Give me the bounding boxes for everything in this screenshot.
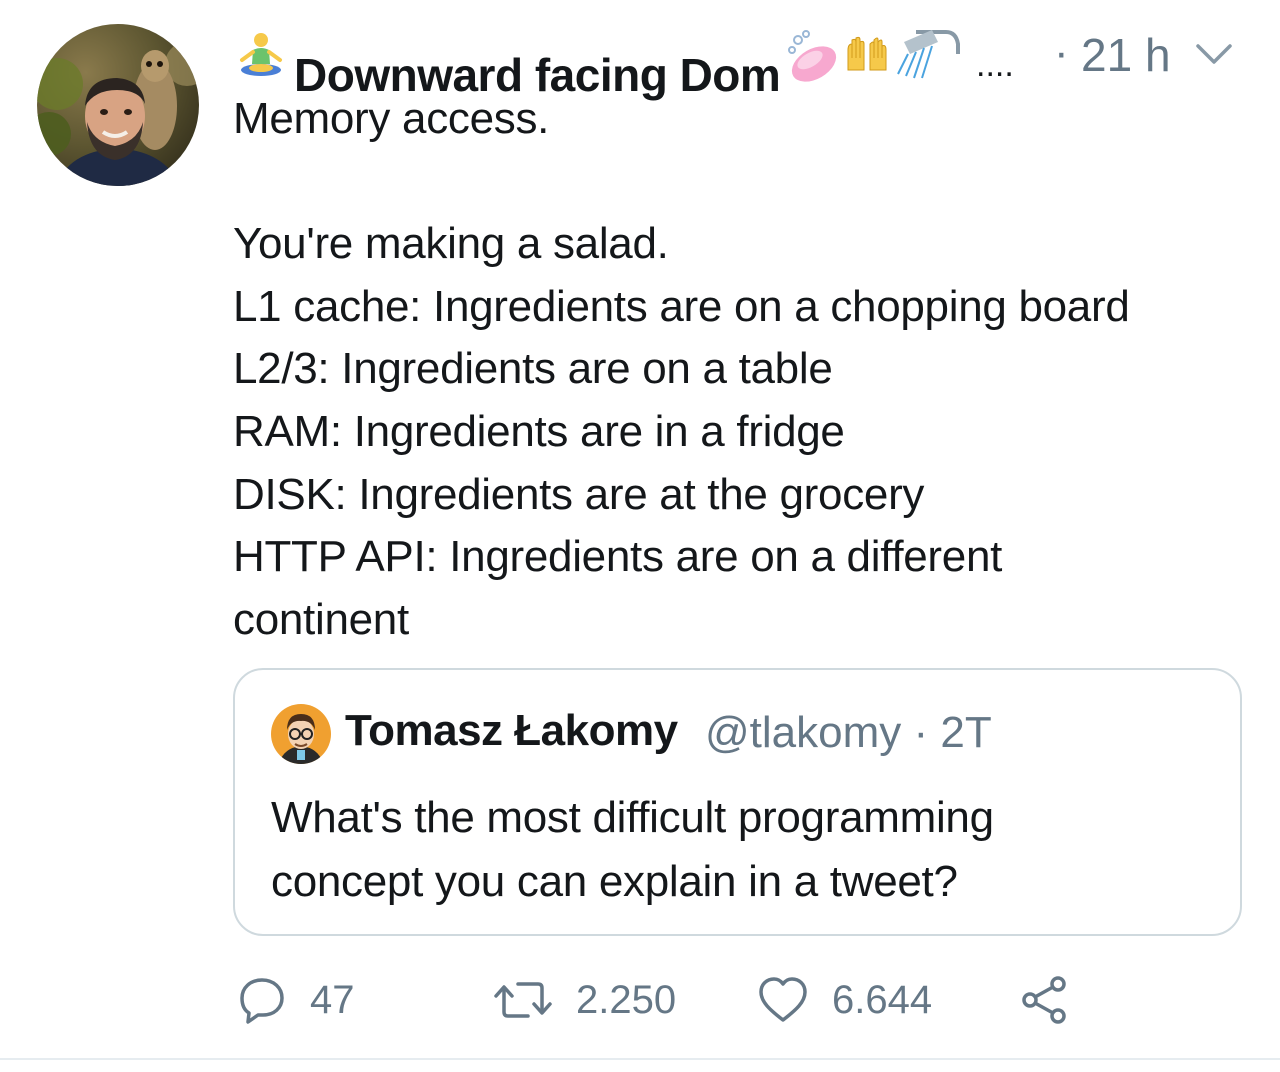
tweet-line: Memory access. bbox=[233, 94, 550, 143]
tweet-line: L1 cache: Ingredients are on a chopping … bbox=[233, 281, 1130, 331]
reply-count: 47 bbox=[310, 977, 355, 1022]
like-button[interactable]: 6.644 bbox=[756, 972, 932, 1028]
tweet-timestamp[interactable]: 21 h bbox=[1081, 28, 1171, 82]
quoted-tweet-line: concept you can explain in a tweet? bbox=[271, 857, 958, 906]
tweet-actions: 47 2.250 6.644 bbox=[236, 972, 1136, 1032]
author-avatar[interactable] bbox=[37, 24, 199, 186]
soap-icon bbox=[788, 30, 837, 82]
quoted-tweet-text: What's the most difficult programming co… bbox=[271, 786, 1201, 914]
heart-icon bbox=[759, 977, 807, 1022]
tweet-line: continent bbox=[233, 594, 409, 644]
tweet-line: L2/3: Ingredients are on a table bbox=[233, 344, 833, 394]
quoted-author-handle-and-time[interactable]: @tlakomy · 2T bbox=[705, 708, 992, 758]
quoted-tweet-card[interactable]: Tomasz Łakomy @tlakomy · 2T What's the m… bbox=[233, 668, 1242, 936]
quoted-author-display-name[interactable]: Tomasz Łakomy bbox=[345, 706, 678, 756]
name-overflow-ellipsis: .... bbox=[976, 46, 1014, 84]
quoted-tweet-line: What's the most difficult programming bbox=[271, 793, 994, 842]
tweet-line: RAM: Ingredients are in a fridge bbox=[233, 406, 845, 456]
chevron-down-icon[interactable] bbox=[1194, 42, 1234, 68]
reply-icon bbox=[240, 978, 284, 1024]
raising-hands-icon bbox=[847, 36, 887, 71]
tweet-line: HTTP API: Ingredients are on a different bbox=[233, 532, 1003, 582]
tweet-header: Downward facing Dom .... · 21 h bbox=[236, 22, 1246, 101]
tweet-line: DISK: Ingredients are at the grocery bbox=[233, 469, 925, 519]
share-icon bbox=[1022, 976, 1066, 1024]
share-button[interactable] bbox=[1018, 972, 1070, 1028]
person-in-lotus-position-icon bbox=[240, 33, 282, 76]
tweet-line: You're making a salad. bbox=[233, 219, 669, 269]
retweet-count: 2.250 bbox=[576, 977, 677, 1022]
tweet: Downward facing Dom .... · 21 h Memory a… bbox=[0, 0, 1280, 1060]
time-separator: · bbox=[1054, 28, 1069, 77]
like-count: 6.644 bbox=[832, 977, 933, 1022]
reply-button[interactable]: 47 bbox=[236, 972, 355, 1028]
shower-icon bbox=[897, 30, 960, 79]
quoted-author-avatar[interactable] bbox=[271, 704, 331, 764]
retweet-button[interactable]: 2.250 bbox=[492, 972, 676, 1028]
bottom-divider bbox=[0, 1058, 1280, 1060]
retweet-icon bbox=[494, 982, 552, 1018]
tweet-text: Memory access. You're making a salad. L1… bbox=[233, 88, 1243, 651]
